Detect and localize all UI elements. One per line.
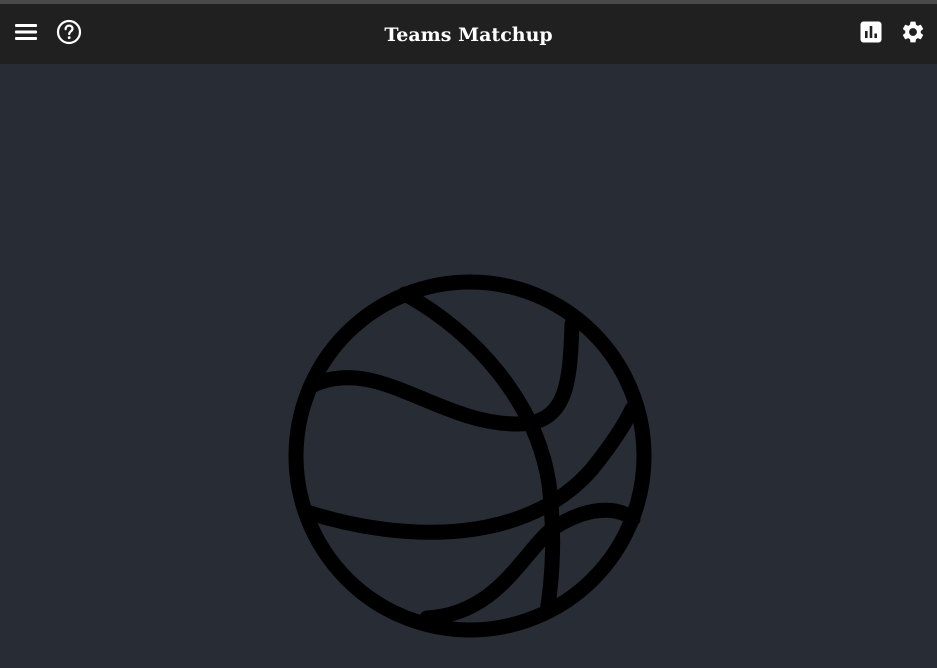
page-title: Teams Matchup [384,24,553,46]
app-header: Teams Matchup [0,4,937,64]
basketball-icon [288,274,652,638]
settings-icon[interactable] [899,18,927,46]
menu-icon[interactable] [12,18,40,46]
stats-icon[interactable] [857,18,885,46]
main-content [0,64,937,668]
help-icon[interactable] [55,18,83,46]
